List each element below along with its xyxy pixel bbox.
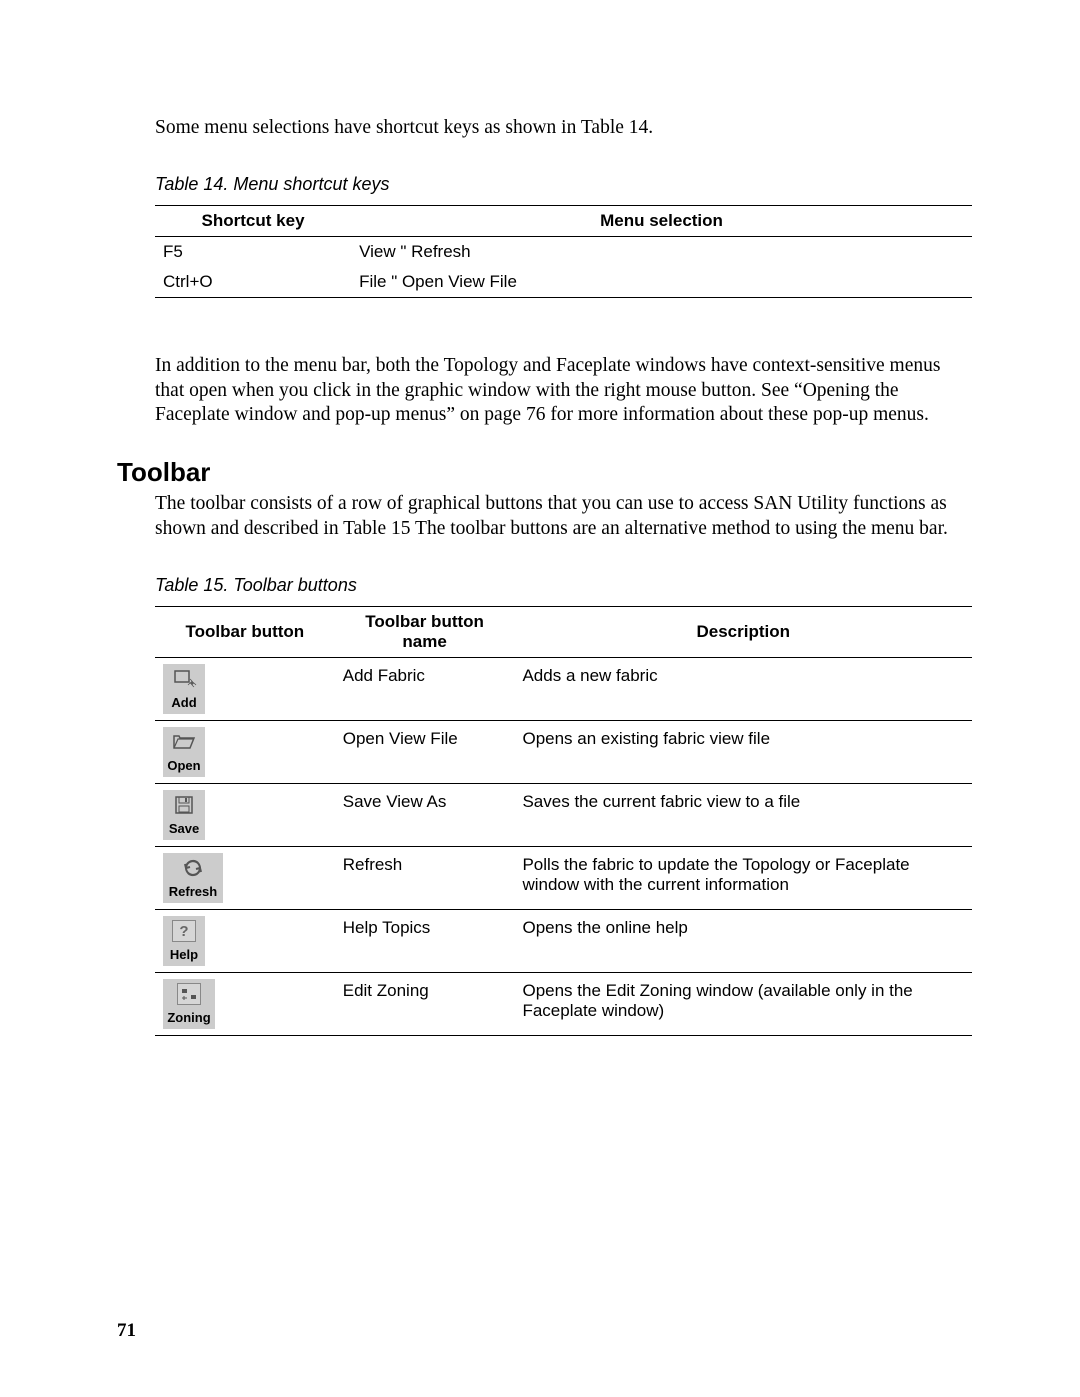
cell-name: Open View File: [335, 721, 515, 784]
add-button-icon: Add: [163, 664, 205, 714]
cell-name: Save View As: [335, 784, 515, 847]
open-icon: [171, 731, 197, 753]
cell-desc: Opens the online help: [514, 910, 972, 973]
toolbar-paragraph: The toolbar consists of a row of graphic…: [117, 492, 972, 541]
cell-menu: File " Open View File: [351, 267, 972, 298]
table14: Shortcut key Menu selection F5 View " Re…: [155, 205, 972, 298]
cell-desc: Adds a new fabric: [514, 658, 972, 721]
table-row: Open Open View File Opens an existing fa…: [155, 721, 972, 784]
cell-button: Open: [155, 721, 335, 784]
cell-shortcut: Ctrl+O: [155, 267, 351, 298]
table15-header-button: Toolbar button: [155, 607, 335, 658]
open-button-icon: Open: [163, 727, 205, 777]
add-icon: [171, 668, 197, 690]
intro-paragraph: Some menu selections have shortcut keys …: [117, 115, 972, 140]
table-row: Save Save View As Saves the current fabr…: [155, 784, 972, 847]
help-icon: ?: [171, 920, 197, 942]
cell-button: Save: [155, 784, 335, 847]
icon-label: Save: [169, 821, 199, 836]
refresh-icon: [180, 857, 206, 879]
cell-desc: Opens the Edit Zoning window (available …: [514, 973, 972, 1036]
table-row: Add Add Fabric Adds a new fabric: [155, 658, 972, 721]
icon-label: Refresh: [169, 884, 217, 899]
table-row: ? Help Help Topics Opens the online help: [155, 910, 972, 973]
cell-button: ? Help: [155, 910, 335, 973]
toolbar-heading: Toolbar: [117, 457, 972, 488]
page-content: Some menu selections have shortcut keys …: [117, 115, 972, 1036]
cell-menu: View " Refresh: [351, 237, 972, 268]
cell-name: Edit Zoning: [335, 973, 515, 1036]
icon-label: Zoning: [167, 1010, 210, 1025]
icon-label: Help: [170, 947, 198, 962]
table-row: Zoning Edit Zoning Opens the Edit Zoning…: [155, 973, 972, 1036]
cell-name: Help Topics: [335, 910, 515, 973]
icon-label: Add: [171, 695, 196, 710]
cell-name: Add Fabric: [335, 658, 515, 721]
help-button-icon: ? Help: [163, 916, 205, 966]
cell-desc: Opens an existing fabric view file: [514, 721, 972, 784]
save-icon: [171, 794, 197, 816]
cell-name: Refresh: [335, 847, 515, 910]
table-row: F5 View " Refresh: [155, 237, 972, 268]
svg-text:?: ?: [179, 923, 188, 940]
table14-header-shortcut: Shortcut key: [155, 206, 351, 237]
context-paragraph: In addition to the menu bar, both the To…: [117, 354, 972, 427]
cell-button: Add: [155, 658, 335, 721]
zoning-icon: [176, 983, 202, 1005]
table-row: Refresh Refresh Polls the fabric to upda…: [155, 847, 972, 910]
cell-shortcut: F5: [155, 237, 351, 268]
cell-button: Refresh: [155, 847, 335, 910]
cell-desc: Polls the fabric to update the Topology …: [514, 847, 972, 910]
table15-header-name: Toolbar button name: [335, 607, 515, 658]
cell-button: Zoning: [155, 973, 335, 1036]
table14-header-menu: Menu selection: [351, 206, 972, 237]
save-button-icon: Save: [163, 790, 205, 840]
zoning-button-icon: Zoning: [163, 979, 215, 1029]
table14-caption: Table 14. Menu shortcut keys: [117, 174, 972, 195]
table15-caption: Table 15. Toolbar buttons: [117, 575, 972, 596]
table15-header-desc: Description: [514, 607, 972, 658]
cell-desc: Saves the current fabric view to a file: [514, 784, 972, 847]
page-number: 71: [117, 1320, 136, 1342]
table15: Toolbar button Toolbar button name Descr…: [155, 606, 972, 1036]
refresh-button-icon: Refresh: [163, 853, 223, 903]
table-row: Ctrl+O File " Open View File: [155, 267, 972, 298]
icon-label: Open: [167, 758, 200, 773]
